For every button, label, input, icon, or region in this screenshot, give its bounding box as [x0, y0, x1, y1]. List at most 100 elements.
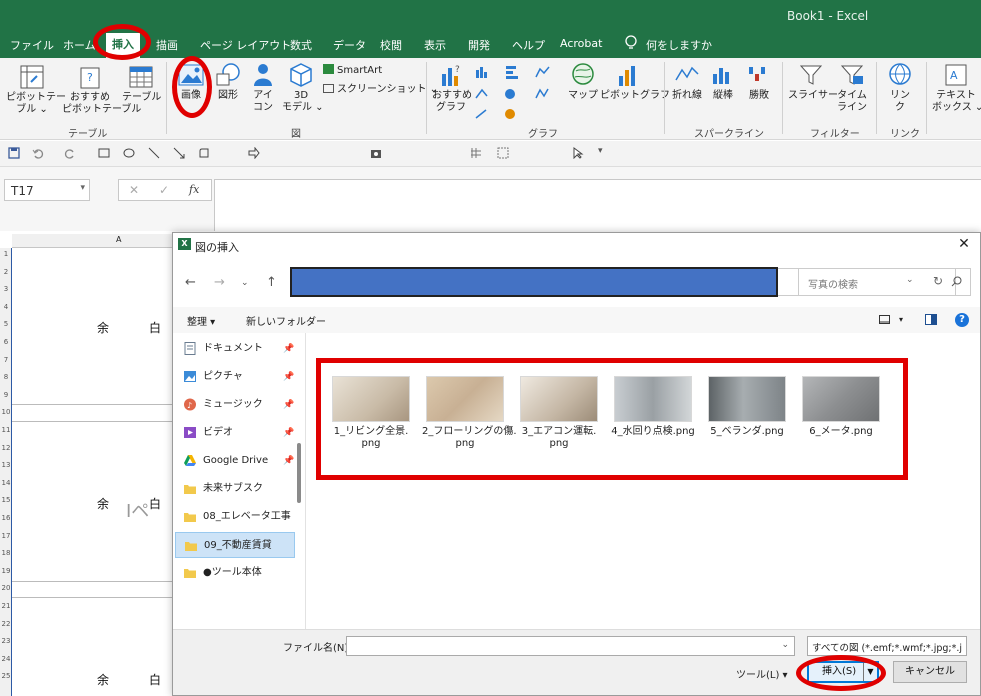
- tab-page-layout[interactable]: ページ レイアウト: [200, 37, 291, 53]
- textbox-button[interactable]: A テキスト ボックス ⌄: [932, 62, 981, 114]
- back-icon[interactable]: ←: [185, 275, 196, 290]
- file-type-filter[interactable]: すべての図 (*.emf;*.wmf;*.jpg;*.j: [807, 636, 967, 656]
- undo-icon[interactable]: [32, 147, 44, 159]
- nav-item-documents[interactable]: ドキュメント 📌: [175, 336, 295, 362]
- file-item[interactable]: 1_リビング全景. png: [328, 376, 414, 450]
- 3d-models-button[interactable]: 3D モデル ⌄: [282, 62, 324, 114]
- tab-review[interactable]: 校閲: [380, 37, 402, 53]
- icons-button[interactable]: アイ コン: [248, 62, 278, 114]
- row-number[interactable]: 21: [0, 602, 12, 610]
- block-arrow-icon[interactable]: [248, 147, 260, 159]
- view-options-icon[interactable]: [879, 315, 890, 324]
- row-number[interactable]: 17: [0, 532, 12, 540]
- nav-item-google-drive[interactable]: Google Drive 📌: [175, 448, 295, 474]
- tab-view[interactable]: 表示: [424, 37, 446, 53]
- file-item[interactable]: 2_フローリングの傷. png: [422, 376, 517, 450]
- timeline-button[interactable]: タイム ライン: [836, 62, 868, 114]
- row-number[interactable]: 14: [0, 479, 12, 487]
- view-dropdown-icon[interactable]: ▾: [899, 315, 903, 324]
- tab-acrobat[interactable]: Acrobat: [560, 37, 602, 50]
- recommended-pivot-button[interactable]: ? おすすめ ピボットテーブル: [62, 64, 141, 116]
- row-number[interactable]: 1: [0, 250, 12, 258]
- row-number[interactable]: 5: [0, 320, 12, 328]
- nav-item-pictures[interactable]: ピクチャ 📌: [175, 364, 295, 390]
- new-folder-button[interactable]: 新しいフォルダー: [246, 313, 326, 328]
- recent-locations-icon[interactable]: ⌄: [241, 278, 249, 288]
- preview-pane-icon[interactable]: [925, 314, 937, 325]
- cell-margin-3[interactable]: 余 白: [97, 671, 175, 688]
- row-number[interactable]: 8: [0, 373, 12, 381]
- nav-item-folder[interactable]: 08_エレベータ工事: [175, 504, 295, 530]
- row-number[interactable]: 12: [0, 444, 12, 452]
- nav-item-music[interactable]: ♪ ミュージック 📌: [175, 392, 295, 418]
- formula-input[interactable]: [214, 179, 981, 231]
- select-objects-icon[interactable]: [497, 147, 509, 159]
- row-number[interactable]: 22: [0, 620, 12, 628]
- row-number[interactable]: 9: [0, 391, 12, 399]
- sparkline-column-button[interactable]: 縦棒: [708, 62, 738, 102]
- redo-icon[interactable]: [64, 147, 76, 159]
- nav-item-folder[interactable]: ●ツール本体: [175, 560, 295, 586]
- organize-button[interactable]: 整理 ▾: [187, 313, 215, 328]
- customize-qat-icon[interactable]: ▾: [598, 146, 610, 158]
- nav-scrollbar[interactable]: [297, 443, 301, 503]
- rectangle-shape-icon[interactable]: [98, 147, 110, 159]
- row-number[interactable]: 19: [0, 567, 12, 575]
- link-button[interactable]: リン ク: [884, 62, 916, 114]
- row-number[interactable]: 16: [0, 514, 12, 522]
- file-item[interactable]: 5_ベランダ.png: [704, 376, 790, 438]
- tab-draw[interactable]: 描画: [156, 37, 178, 53]
- nav-item-videos[interactable]: ビデオ 📌: [175, 420, 295, 446]
- row-number[interactable]: 10: [0, 408, 12, 416]
- rounded-shape-icon[interactable]: [198, 147, 210, 159]
- map-button[interactable]: マップ: [566, 62, 600, 102]
- camera-icon[interactable]: [370, 147, 382, 159]
- column-header-a[interactable]: A: [116, 235, 121, 244]
- address-bar[interactable]: [290, 267, 778, 297]
- filename-input[interactable]: ⌄: [346, 636, 795, 656]
- oval-shape-icon[interactable]: [123, 147, 135, 159]
- cell-margin-1[interactable]: 余 白: [97, 319, 175, 336]
- tab-formulas[interactable]: 数式: [290, 37, 312, 53]
- align-icon[interactable]: [470, 147, 482, 159]
- row-number[interactable]: 3: [0, 285, 12, 293]
- up-folder-icon[interactable]: ↑: [266, 275, 277, 290]
- smartart-button[interactable]: SmartArt: [323, 64, 382, 77]
- tab-developer[interactable]: 開発: [468, 37, 490, 53]
- row-number[interactable]: 25: [0, 672, 12, 680]
- pivot-chart-button[interactable]: ピボットグラフ: [600, 62, 670, 102]
- close-icon[interactable]: ✕: [956, 236, 972, 252]
- chevron-down-icon[interactable]: ⌄: [781, 640, 789, 650]
- save-icon[interactable]: [8, 147, 20, 159]
- sparkline-winloss-button[interactable]: 勝敗: [744, 62, 774, 102]
- row-number[interactable]: 13: [0, 461, 12, 469]
- confirm-entry-icon[interactable]: ✓: [159, 183, 169, 197]
- line-shape-icon[interactable]: [148, 147, 160, 159]
- row-number[interactable]: 24: [0, 655, 12, 663]
- shapes-button[interactable]: 図形: [212, 62, 244, 102]
- tab-help[interactable]: ヘルプ: [512, 37, 545, 53]
- row-number[interactable]: 15: [0, 496, 12, 504]
- row-number[interactable]: 7: [0, 356, 12, 364]
- insert-function-icon[interactable]: fx: [189, 183, 199, 196]
- nav-item-folder[interactable]: 未来サブスク: [175, 476, 295, 502]
- table-button[interactable]: テーブル: [122, 64, 161, 104]
- file-item[interactable]: 4_水回り点検.png: [610, 376, 696, 438]
- cancel-button[interactable]: キャンセル: [893, 661, 967, 683]
- pivot-table-button[interactable]: ピボットテー ブル ⌄: [6, 64, 66, 116]
- arrow-shape-icon[interactable]: [173, 147, 185, 159]
- tab-data[interactable]: データ: [333, 37, 366, 53]
- row-number[interactable]: 18: [0, 549, 12, 557]
- row-number[interactable]: 11: [0, 426, 12, 434]
- file-item[interactable]: 6_メータ.png: [798, 376, 884, 438]
- row-number[interactable]: 4: [0, 303, 12, 311]
- pointer-icon[interactable]: [572, 147, 584, 159]
- tab-file[interactable]: ファイル: [10, 37, 54, 53]
- row-number[interactable]: 23: [0, 637, 12, 645]
- recommended-chart-button[interactable]: ? おすすめ グラフ: [432, 62, 472, 114]
- file-item[interactable]: 3_エアコン運転. png: [516, 376, 602, 450]
- tab-home[interactable]: ホーム: [63, 37, 96, 53]
- search-input[interactable]: 写真の検索: [798, 268, 971, 296]
- row-number[interactable]: 2: [0, 268, 12, 276]
- forward-icon[interactable]: →: [214, 275, 225, 290]
